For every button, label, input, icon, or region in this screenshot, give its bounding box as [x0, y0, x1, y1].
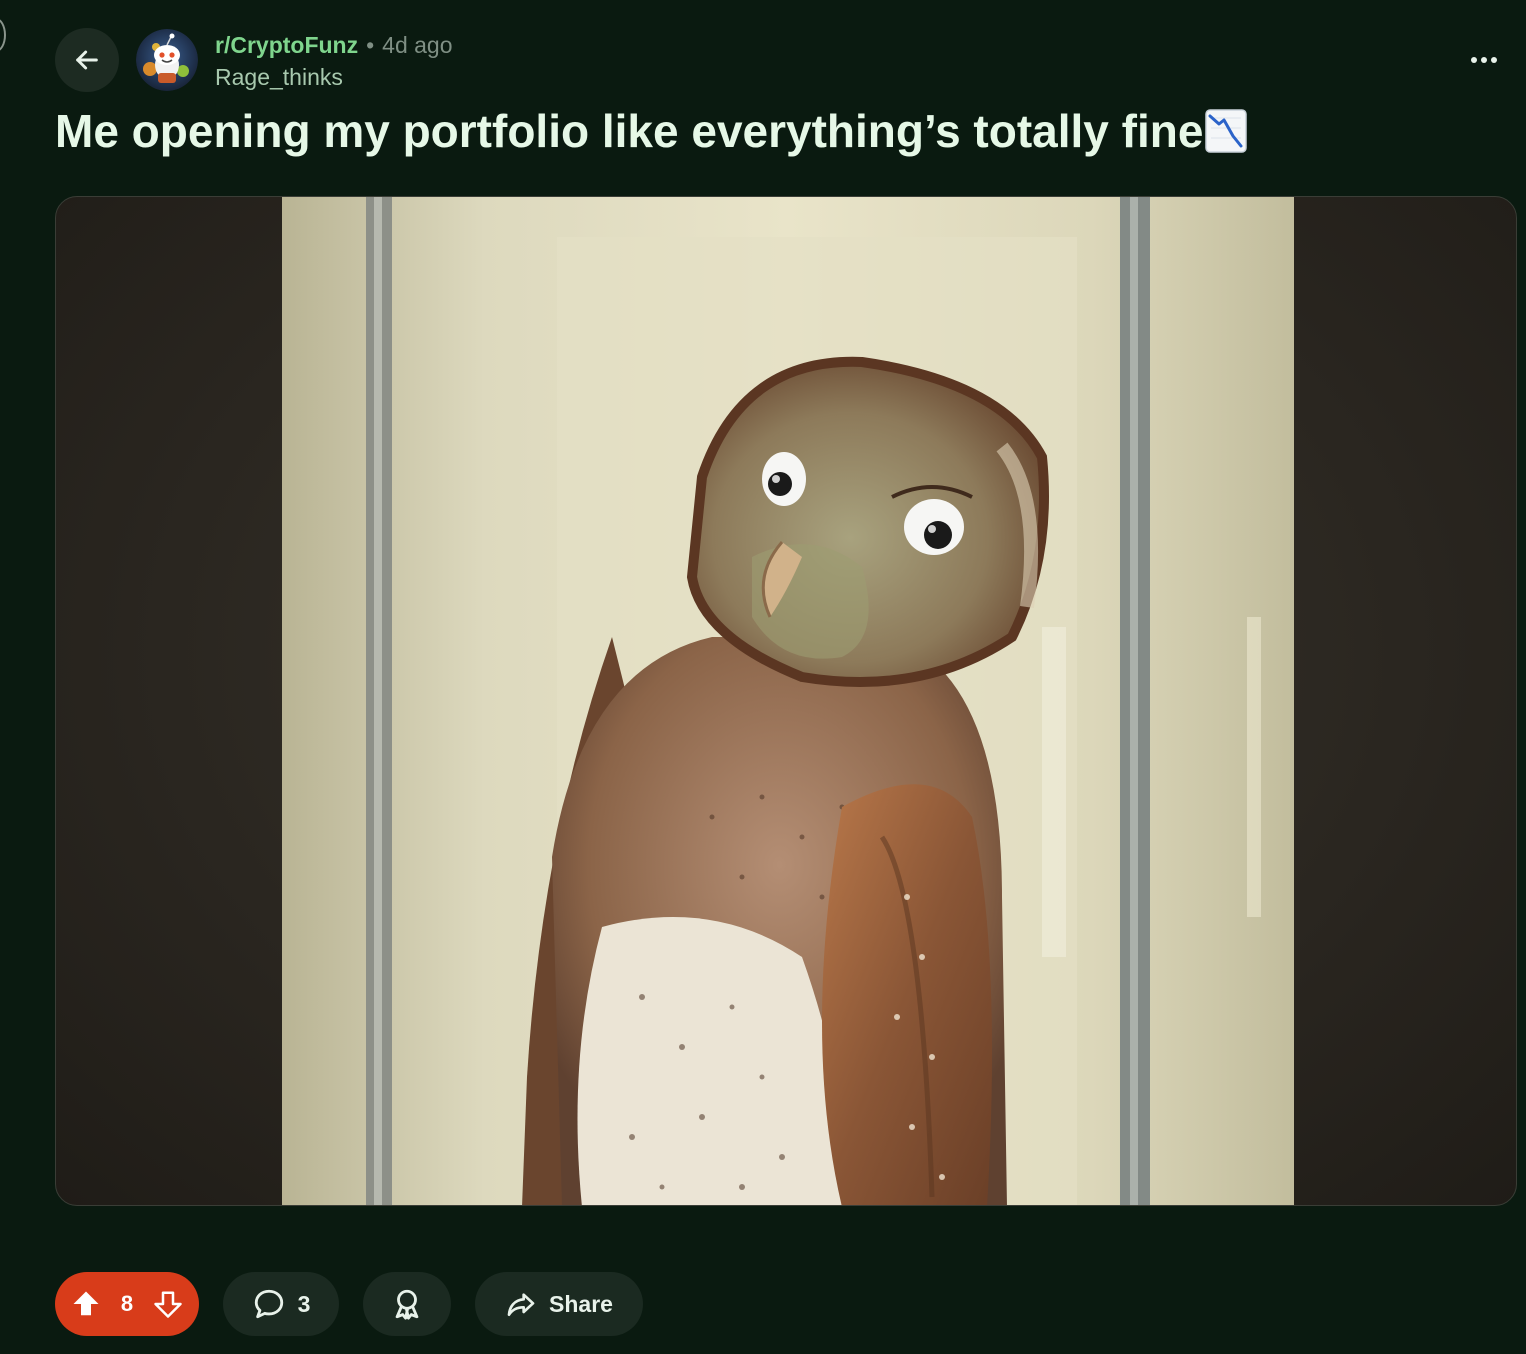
award-button[interactable]: [363, 1272, 451, 1336]
speech-bubble-icon: [254, 1289, 283, 1319]
more-options-button[interactable]: [1464, 40, 1504, 80]
upvote-arrow-icon: [73, 1291, 99, 1316]
share-label: Share: [549, 1290, 613, 1317]
vote-control: 8: [55, 1272, 199, 1336]
post-meta: r/CryptoFunz • 4d ago Rage_thinks: [215, 31, 453, 91]
vote-count: 8: [120, 1291, 134, 1316]
share-button[interactable]: Share: [475, 1272, 643, 1336]
post-image-container[interactable]: [55, 196, 1517, 1206]
meta-separator: •: [366, 32, 375, 58]
upvote-button[interactable]: [71, 1289, 101, 1319]
post-action-bar: 8 3 Share: [55, 1272, 643, 1336]
comments-button[interactable]: 3: [223, 1272, 339, 1336]
downvote-button[interactable]: [153, 1289, 183, 1319]
owl-photo: [282, 197, 1294, 1205]
post-title[interactable]: Me opening my portfolio like everything’…: [55, 100, 1248, 162]
window-edge-indicator: [0, 18, 6, 52]
subreddit-link[interactable]: r/CryptoFunz: [215, 31, 358, 59]
author-link[interactable]: Rage_thinks: [215, 63, 453, 91]
share-arrow-icon: [507, 1293, 535, 1316]
downvote-arrow-icon: [154, 1291, 182, 1318]
left-arrow-icon: [76, 50, 98, 70]
award-ribbon-icon: [395, 1289, 419, 1320]
back-button[interactable]: [55, 28, 119, 92]
post-title-text: Me opening my portfolio like everything’…: [55, 105, 1204, 157]
post-timestamp: 4d ago: [382, 32, 453, 58]
chart-decreasing-emoji: [1205, 109, 1248, 153]
subreddit-avatar[interactable]: [136, 29, 198, 91]
ellipsis-icon: [1471, 57, 1497, 63]
comment-count: 3: [297, 1290, 311, 1317]
